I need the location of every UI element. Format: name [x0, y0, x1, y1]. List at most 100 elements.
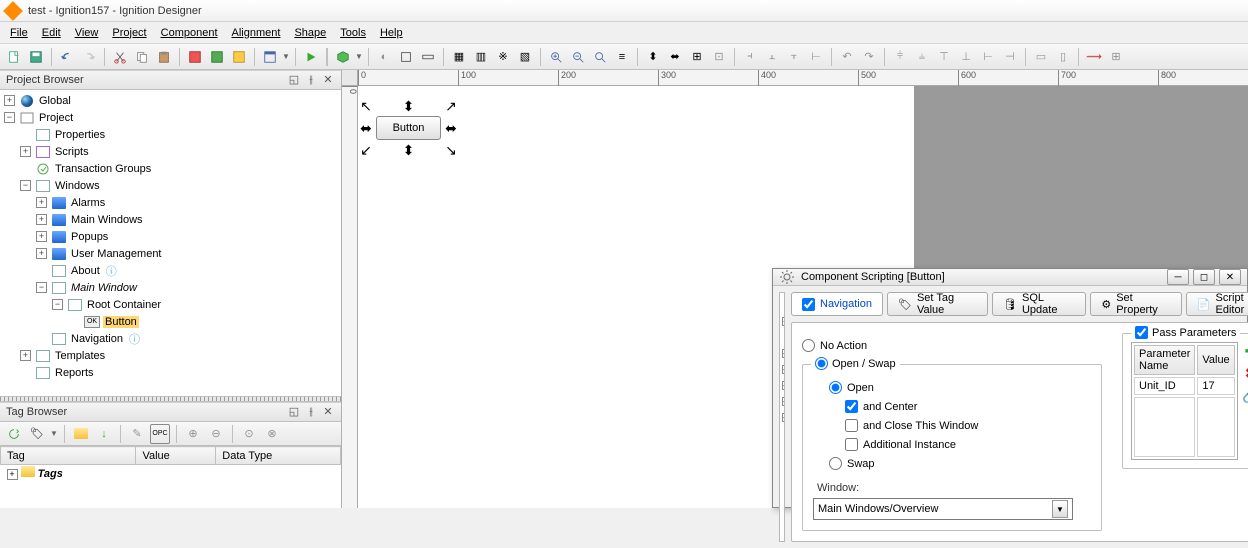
dist-4[interactable]: ⊥	[956, 47, 976, 67]
tree-node-templates[interactable]: Templates	[53, 350, 107, 362]
panel-close-icon[interactable]: ✕	[321, 405, 335, 419]
tree-node-button[interactable]: Button	[103, 316, 139, 328]
paste-button[interactable]	[154, 47, 174, 67]
param-col-name[interactable]: Parameter Name	[1134, 345, 1195, 375]
dist-2[interactable]: ⫨	[912, 47, 932, 67]
align-b[interactable]: ⬌	[665, 47, 685, 67]
tool-h[interactable]: ▧	[515, 47, 535, 67]
tree-node-user-mgmt[interactable]: User Management	[69, 248, 164, 260]
al-4[interactable]: ⊢	[806, 47, 826, 67]
play-button[interactable]	[301, 47, 321, 67]
dist-5[interactable]: ⊢	[978, 47, 998, 67]
tag-opc-button[interactable]: OPC	[150, 424, 170, 444]
tool-d[interactable]: ◐	[374, 47, 394, 67]
menu-edit[interactable]: Edit	[42, 27, 61, 39]
radio-no-action[interactable]	[802, 339, 815, 352]
misc-tool[interactable]: ⊞	[1106, 47, 1126, 67]
zoom-fit-button[interactable]	[590, 47, 610, 67]
tree-node-project[interactable]: Project	[37, 112, 75, 124]
order-1[interactable]: ▭	[1031, 47, 1051, 67]
tool-g[interactable]: ※	[493, 47, 513, 67]
param-add-button[interactable]: ✚	[1242, 342, 1248, 360]
check-pass-params[interactable]	[1135, 326, 1148, 339]
module-dd[interactable]	[333, 47, 353, 67]
param-table[interactable]: Parameter Name Value Unit_ID 17	[1131, 342, 1238, 460]
window-combo[interactable]: Main Windows/Overview ▼	[813, 498, 1073, 520]
radio-open[interactable]	[829, 381, 842, 394]
layout-dd[interactable]	[260, 47, 280, 67]
radio-open-swap[interactable]	[815, 357, 828, 370]
dialog-maximize-button[interactable]: ◻	[1193, 269, 1215, 285]
dist-6[interactable]: ⊣	[1000, 47, 1020, 67]
tag-tool-d[interactable]: ⊗	[262, 424, 282, 444]
tree-node-main-windows[interactable]: Main Windows	[69, 214, 145, 226]
al-3[interactable]: ⫟	[784, 47, 804, 67]
check-additional[interactable]	[845, 438, 858, 451]
group-button[interactable]: ▦	[449, 47, 469, 67]
tag-refresh-button[interactable]	[4, 424, 24, 444]
menu-view[interactable]: View	[75, 27, 99, 39]
panel-pin-icon[interactable]: ⫲	[304, 405, 318, 419]
tool-a-button[interactable]	[185, 47, 205, 67]
panel-close-icon[interactable]: ✕	[321, 73, 335, 87]
menu-help[interactable]: Help	[380, 27, 403, 39]
link-tool[interactable]: ⟿	[1084, 47, 1104, 67]
undo-button[interactable]	[57, 47, 77, 67]
event-handlers-tree[interactable]: Event Handlers −⚙action ⚙actionPerformed…	[779, 292, 785, 542]
tree-node-reports[interactable]: Reports	[53, 367, 96, 379]
tree-node-popups[interactable]: Popups	[69, 231, 110, 243]
tag-add-button[interactable]: 🏷	[27, 424, 47, 444]
new-button[interactable]	[4, 47, 24, 67]
tag-tool-a[interactable]: ⊕	[183, 424, 203, 444]
tag-tool-b[interactable]: ⊖	[206, 424, 226, 444]
check-and-center[interactable]	[845, 400, 858, 413]
dialog-minimize-button[interactable]: ─	[1167, 269, 1189, 285]
dialog-close-button[interactable]: ✕	[1219, 269, 1241, 285]
menu-component[interactable]: Component	[161, 27, 218, 39]
tree-node-windows[interactable]: Windows	[53, 180, 102, 192]
tab-navigation-check[interactable]	[802, 298, 815, 311]
tag-col-datatype[interactable]: Data Type	[216, 447, 341, 465]
redo-button[interactable]	[79, 47, 99, 67]
param-name-cell[interactable]: Unit_ID	[1134, 377, 1195, 395]
dist-3[interactable]: ⊤	[934, 47, 954, 67]
tab-set-tag-value[interactable]: 🏷Set Tag Value	[887, 292, 988, 316]
tag-folder-button[interactable]	[71, 424, 91, 444]
menu-file[interactable]: File	[10, 27, 28, 39]
tree-node-navigation[interactable]: Navigation	[69, 333, 125, 345]
panel-restore-icon[interactable]: ◱	[287, 405, 301, 419]
tag-root[interactable]: Tags	[38, 468, 63, 480]
tool-c-button[interactable]	[229, 47, 249, 67]
param-remove-button[interactable]: ✖	[1242, 364, 1248, 382]
tab-set-property[interactable]: ⚙Set Property	[1090, 292, 1181, 316]
ungroup-button[interactable]: ▥	[471, 47, 491, 67]
tree-node-scripts[interactable]: Scripts	[53, 146, 91, 158]
zoom-list-button[interactable]: ≡	[612, 47, 632, 67]
al-2[interactable]: ⫠	[762, 47, 782, 67]
tree-node-transaction-groups[interactable]: Transaction Groups	[53, 163, 153, 175]
order-2[interactable]: ▯	[1053, 47, 1073, 67]
selected-component[interactable]: ↖ ⬍ ↗ ⬌ ⬌ ↙ ⬍ ↘ Button	[376, 116, 441, 140]
panel-pin-icon[interactable]: ⫲	[304, 73, 318, 87]
dist-1[interactable]: ⫩	[890, 47, 910, 67]
tree-node-properties[interactable]: Properties	[53, 129, 107, 141]
tag-tool-c[interactable]: ⊙	[239, 424, 259, 444]
tab-sql-update[interactable]: 🛢SQL Update	[992, 292, 1086, 316]
param-row[interactable]: Unit_ID 17	[1134, 377, 1235, 395]
align-c[interactable]: ⊞	[687, 47, 707, 67]
tag-col-value[interactable]: Value	[136, 447, 216, 465]
rot-r[interactable]: ↷	[859, 47, 879, 67]
menu-project[interactable]: Project	[112, 27, 146, 39]
param-value-cell[interactable]: 17	[1197, 377, 1234, 395]
param-col-value[interactable]: Value	[1197, 345, 1234, 375]
tag-col-tag[interactable]: Tag	[1, 447, 136, 465]
save-button[interactable]	[26, 47, 46, 67]
tool-b-button[interactable]	[207, 47, 227, 67]
tag-edit-button[interactable]: ✎	[127, 424, 147, 444]
param-link-button[interactable]: 🔗	[1242, 386, 1248, 404]
zoom-out-button[interactable]	[568, 47, 588, 67]
radio-swap[interactable]	[829, 457, 842, 470]
panel-restore-icon[interactable]: ◱	[287, 73, 301, 87]
tree-node-alarms[interactable]: Alarms	[69, 197, 107, 209]
dialog-titlebar[interactable]: Component Scripting [Button] ─ ◻ ✕	[773, 269, 1247, 286]
